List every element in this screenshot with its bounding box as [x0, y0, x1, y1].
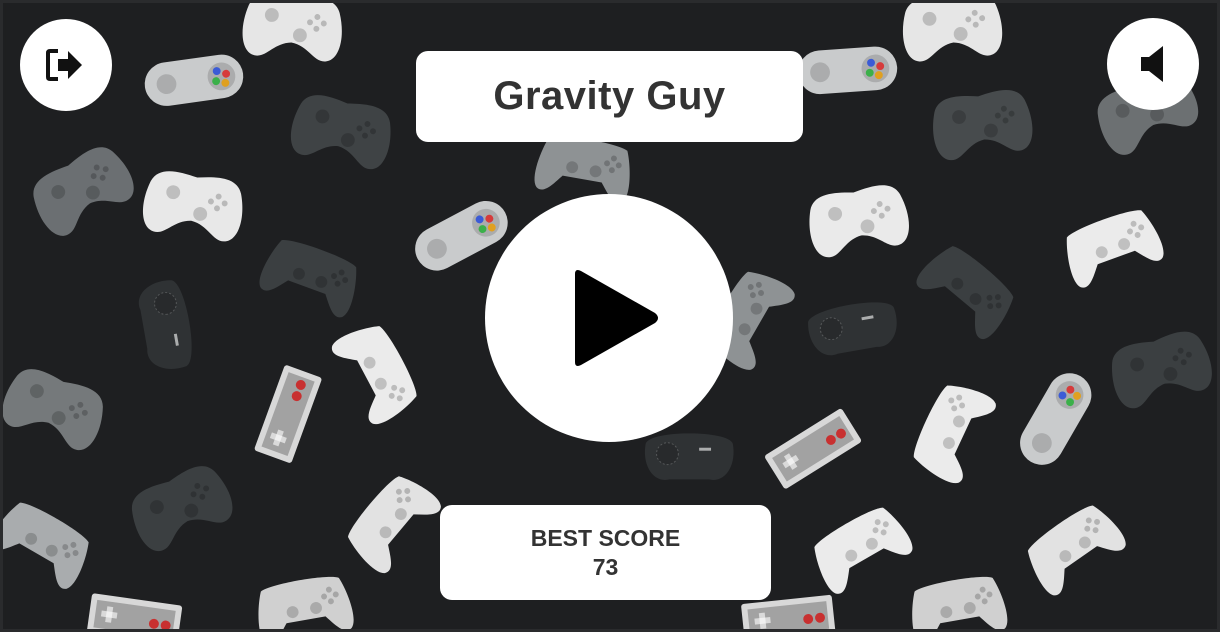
- best-score-label: BEST SCORE: [530, 524, 681, 551]
- exit-door-arrow-icon: [46, 49, 82, 81]
- best-score-value: 73: [592, 553, 619, 580]
- sound-toggle-button[interactable]: [1107, 18, 1199, 110]
- game-title: Gravity Guy: [493, 74, 726, 118]
- title-card: Gravity Guy: [416, 51, 803, 142]
- speaker-icon: [1141, 46, 1163, 82]
- play-triangle-icon: [575, 270, 658, 366]
- best-score-card: BEST SCORE 73: [440, 505, 771, 600]
- play-button[interactable]: [485, 194, 733, 442]
- game-menu-screen: Gravity Guy BEST SCORE 73: [0, 0, 1220, 632]
- exit-button[interactable]: [20, 19, 112, 111]
